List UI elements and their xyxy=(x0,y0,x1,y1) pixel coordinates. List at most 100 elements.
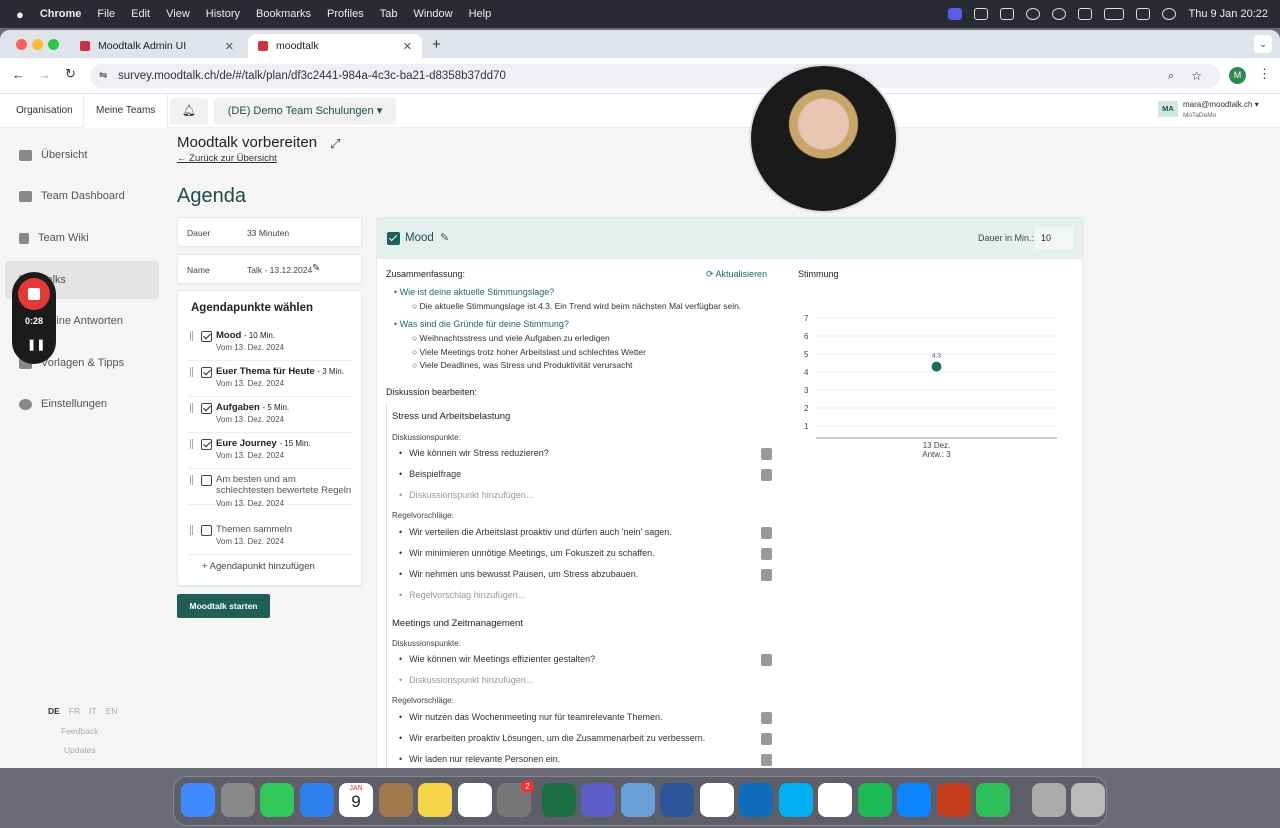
menu-tab[interactable]: Tab xyxy=(380,8,398,20)
agenda-item[interactable]: Aufgaben - 5 Min. Vom 13. Dez. 2024 xyxy=(188,399,353,433)
trash-icon[interactable] xyxy=(761,469,772,481)
user-avatar[interactable]: MA xyxy=(1158,101,1178,117)
updates-link[interactable]: Updates xyxy=(64,745,96,755)
lang-en[interactable]: EN xyxy=(106,706,118,716)
edit-name-icon[interactable]: ✎ xyxy=(312,263,320,274)
menu-view[interactable]: View xyxy=(166,8,190,20)
data-point[interactable] xyxy=(931,361,942,372)
messages-icon[interactable] xyxy=(260,783,294,817)
wifi-icon[interactable] xyxy=(1136,8,1151,20)
launchpad-icon[interactable] xyxy=(220,783,255,817)
discussion-point[interactable]: Beispielfrage xyxy=(399,469,461,479)
drag-handle-icon[interactable] xyxy=(190,331,193,341)
lang-it[interactable]: IT xyxy=(89,706,97,716)
record-icon[interactable] xyxy=(1052,8,1067,20)
team-selector[interactable]: (DE) Demo Team Schulungen ▾ xyxy=(214,98,396,124)
tab-search-button[interactable]: ⌄ xyxy=(1254,35,1272,53)
sidebar-item-uebersicht[interactable]: Übersicht xyxy=(5,136,159,174)
edit-mood-icon[interactable]: ✎ xyxy=(440,231,449,244)
brightness-icon[interactable] xyxy=(1026,8,1041,20)
discussion-point[interactable]: Wie können wir Meetings effizienter gest… xyxy=(399,654,595,664)
agenda-item[interactable]: Eure Journey - 15 Min. Vom 13. Dez. 2024 xyxy=(188,435,353,469)
calendar-icon[interactable]: JAN 9 xyxy=(339,783,373,817)
drag-handle-icon[interactable] xyxy=(190,403,193,413)
back-link[interactable]: ← Zurück zur Übersicht xyxy=(177,153,277,164)
start-moodtalk-button[interactable]: Moodtalk starten xyxy=(177,594,270,618)
add-discussion-point-input[interactable]: Diskussionspunkt hinzufügen... xyxy=(399,675,533,685)
agenda-item-checkbox[interactable] xyxy=(201,525,212,536)
sidebar-item-team-dashboard[interactable]: Team Dashboard xyxy=(5,177,159,215)
safari-icon[interactable] xyxy=(897,783,931,817)
teams-status-icon[interactable] xyxy=(974,8,989,20)
back-icon[interactable]: ← xyxy=(12,67,25,82)
tab-meine-teams[interactable]: Meine Teams xyxy=(83,94,169,128)
lang-fr[interactable]: FR xyxy=(69,706,80,716)
trash-icon[interactable] xyxy=(761,654,772,666)
bell-icon[interactable]: 🔔︎ xyxy=(170,98,208,124)
notes-icon[interactable] xyxy=(418,783,452,817)
clock[interactable]: Thu 9 Jan 20:22 xyxy=(1188,8,1268,20)
finder-icon[interactable] xyxy=(181,783,215,817)
browser-menu-icon[interactable]: ⋮ xyxy=(1258,66,1271,82)
pause-icon[interactable]: ❚❚ xyxy=(27,338,45,351)
forward-icon[interactable]: → xyxy=(38,67,51,82)
trash-icon[interactable] xyxy=(761,712,772,724)
agenda-item[interactable]: Themen sammeln Vom 13. Dez. 2024 xyxy=(188,521,353,555)
zoom-icon[interactable]: ⌕ xyxy=(1168,64,1174,88)
drag-handle-icon[interactable] xyxy=(190,525,193,535)
trash-icon[interactable] xyxy=(761,569,772,581)
excel-icon[interactable] xyxy=(541,783,576,817)
agenda-item[interactable]: Euer Thema für Heute - 3 Min. Vom 13. De… xyxy=(188,363,353,397)
menu-profiles[interactable]: Profiles xyxy=(327,8,364,20)
bluetooth-icon[interactable] xyxy=(1078,8,1093,20)
mail-icon[interactable] xyxy=(299,783,334,817)
url-field[interactable]: ⇋ survey.moodtalk.ch/de/#/talk/plan/df3c… xyxy=(90,64,1220,88)
freeform-icon[interactable] xyxy=(457,783,492,817)
lang-de[interactable]: DE xyxy=(48,706,60,716)
close-tab-icon[interactable]: ✕ xyxy=(403,40,412,53)
rule-suggestion[interactable]: Wir erarbeiten proaktiv Lösungen, um die… xyxy=(399,733,705,743)
menu-file[interactable]: File xyxy=(97,8,115,20)
site-info-icon[interactable]: ⇋ xyxy=(99,64,107,88)
mood-checkbox[interactable] xyxy=(387,232,400,245)
word-icon[interactable] xyxy=(660,783,694,817)
menu-edit[interactable]: Edit xyxy=(131,8,150,20)
agenda-item[interactable]: Mood - 10 Min. Vom 13. Dez. 2024 xyxy=(188,327,353,361)
tab-admin-ui[interactable]: Moodtalk Admin UI ✕ xyxy=(70,34,244,58)
trash-icon[interactable] xyxy=(761,548,772,560)
rule-suggestion[interactable]: Wir minimieren unnötige Meetings, um Fok… xyxy=(399,548,654,558)
screen-share-icon[interactable] xyxy=(948,8,963,20)
outlook-icon[interactable] xyxy=(739,783,773,817)
numbers-icon[interactable] xyxy=(976,783,1010,817)
close-window-button[interactable] xyxy=(16,39,27,50)
reload-icon[interactable]: ↻ xyxy=(65,66,76,82)
battery-icon[interactable] xyxy=(1104,8,1125,20)
vpn-icon[interactable] xyxy=(1000,8,1015,20)
close-tab-icon[interactable]: ✕ xyxy=(225,40,234,53)
rule-suggestion[interactable]: Wir nutzen das Wochenmeeting nur für tea… xyxy=(399,712,662,722)
drag-handle-icon[interactable] xyxy=(190,439,193,449)
tab-organisation[interactable]: Organisation xyxy=(4,94,85,128)
drag-handle-icon[interactable] xyxy=(190,367,193,377)
stop-recording-button[interactable] xyxy=(18,278,50,310)
powerpoint-icon[interactable] xyxy=(936,783,971,817)
agenda-item-checkbox[interactable] xyxy=(201,439,212,450)
teams-icon[interactable] xyxy=(581,783,615,817)
skype-icon[interactable] xyxy=(778,783,813,817)
add-discussion-point-input[interactable]: Diskussionspunkt hinzufügen... xyxy=(399,490,533,500)
menu-app-name[interactable]: Chrome xyxy=(40,8,82,20)
new-tab-button[interactable]: + xyxy=(432,36,441,53)
menu-history[interactable]: History xyxy=(206,8,240,20)
trash-icon[interactable] xyxy=(761,448,772,460)
menu-help[interactable]: Help xyxy=(469,8,492,20)
preview-icon[interactable] xyxy=(620,783,655,817)
spotify-icon[interactable] xyxy=(857,783,892,817)
trash-icon[interactable] xyxy=(761,754,772,766)
agenda-item-checkbox[interactable] xyxy=(201,367,212,378)
discussion-point[interactable]: Wie können wir Stress reduzieren? xyxy=(399,448,549,458)
tab-moodtalk[interactable]: moodtalk ✕ xyxy=(248,34,422,58)
chrome-icon[interactable] xyxy=(818,783,852,817)
trash-icon[interactable] xyxy=(1071,783,1105,817)
trash-icon[interactable] xyxy=(761,733,772,745)
settings-icon[interactable]: 2 xyxy=(497,780,534,817)
